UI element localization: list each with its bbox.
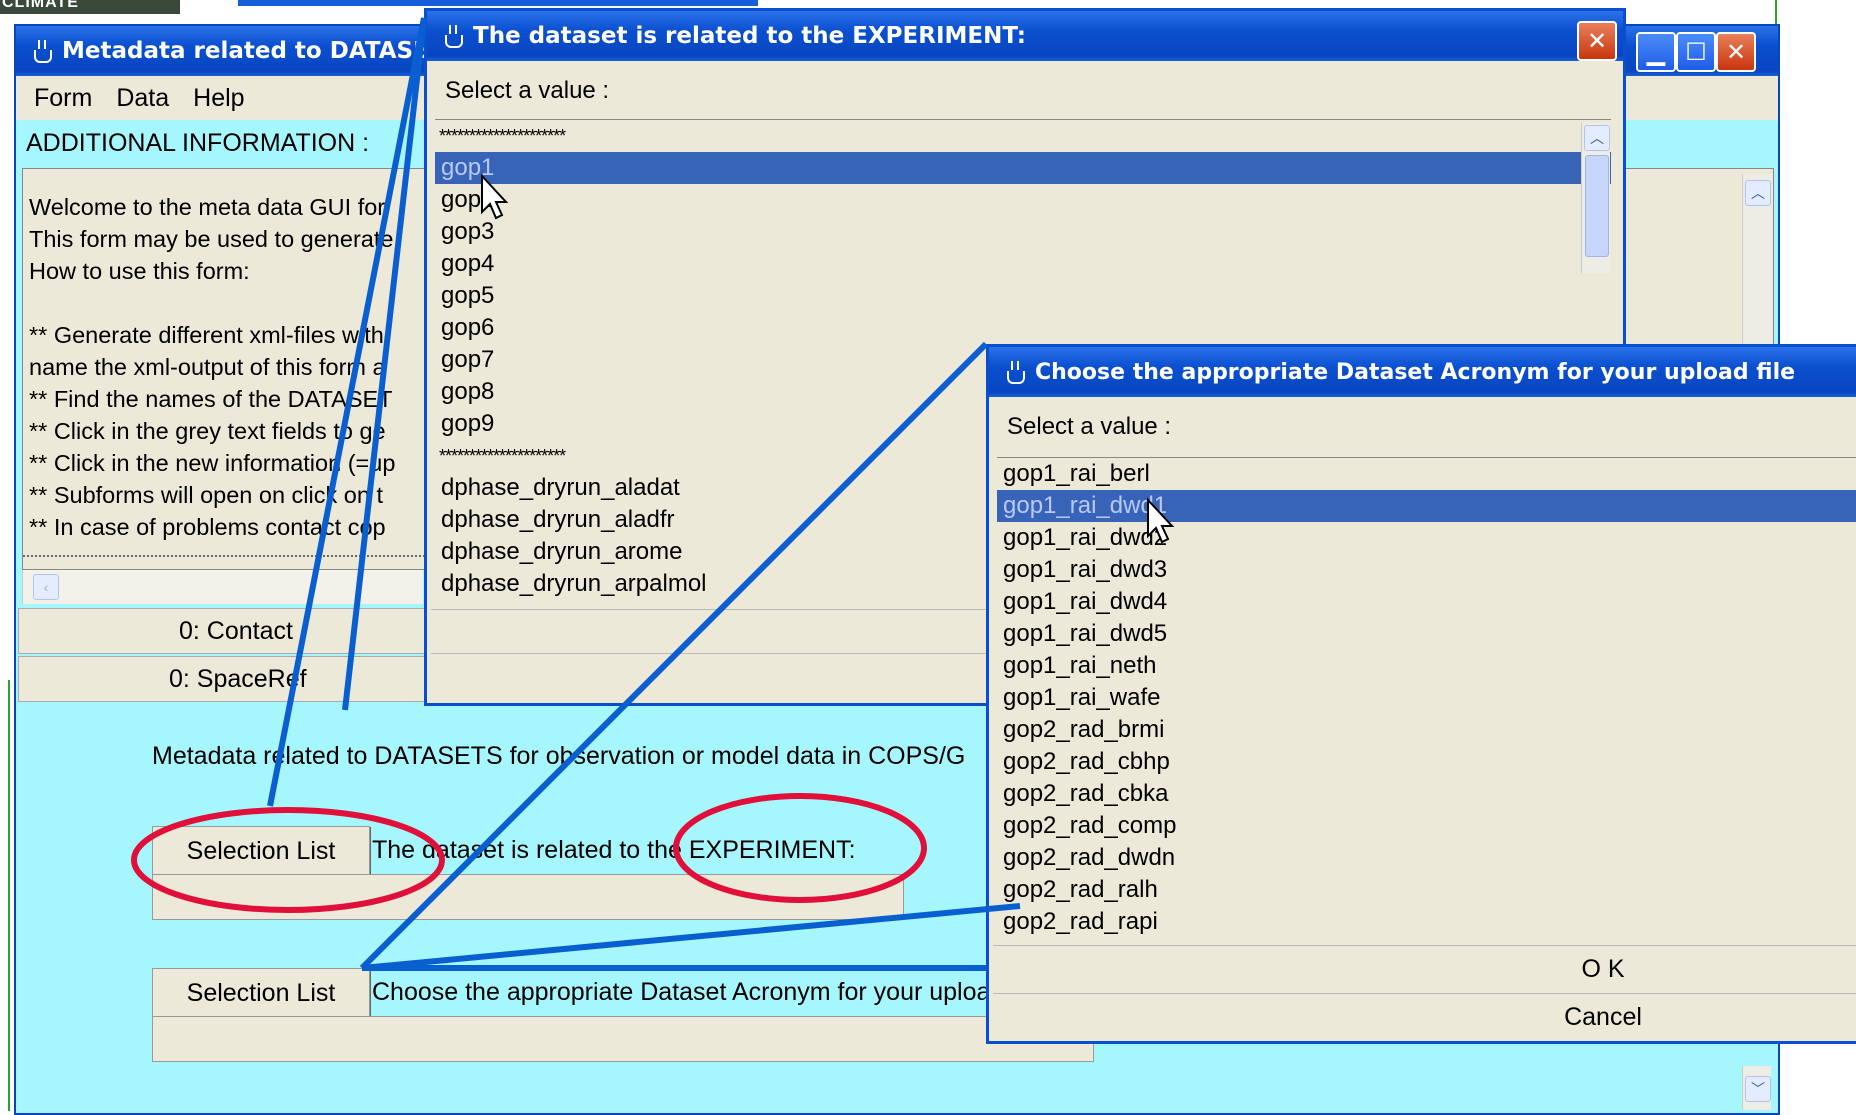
annotation-ellipse: [131, 807, 445, 913]
mouse-cursor-icon: [481, 173, 509, 220]
annotation-line: [361, 903, 1021, 971]
mouse-cursor-icon: [1147, 497, 1175, 544]
annotation-line: [359, 341, 989, 971]
annotation-overlay: [131, 17, 1175, 971]
annotation-ellipse: [673, 793, 927, 903]
annotation-ellipses: [131, 793, 927, 913]
